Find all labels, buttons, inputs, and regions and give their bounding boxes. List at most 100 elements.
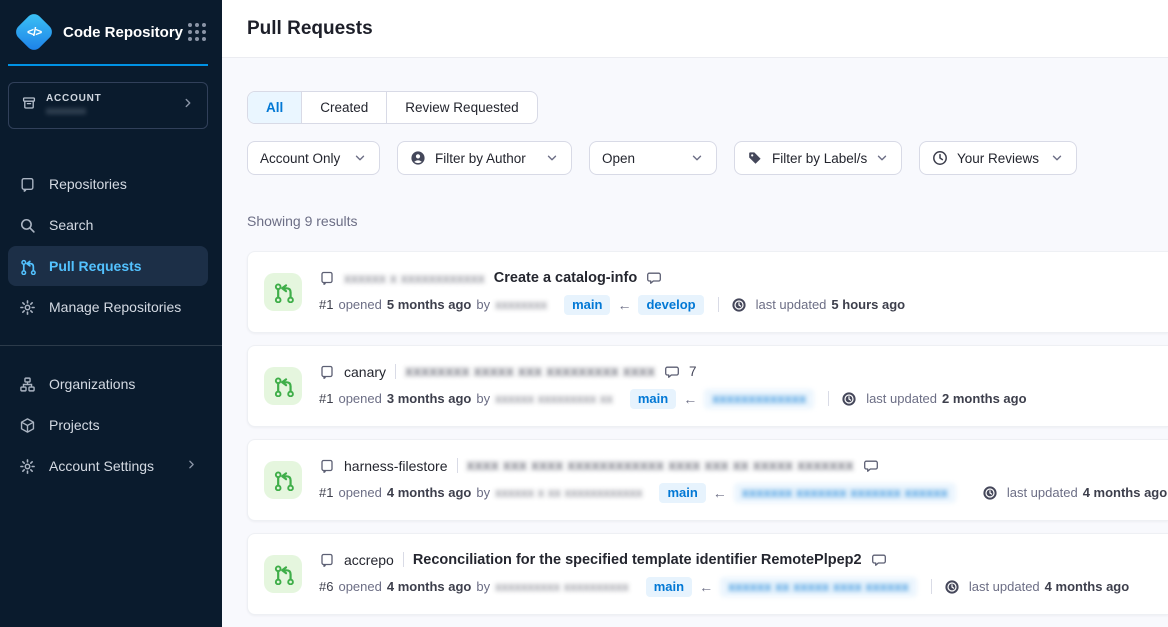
last-updated-label: last updated — [866, 391, 937, 406]
last-updated-ago: 4 months ago — [1083, 485, 1168, 500]
scope-filter-label: Account Only — [260, 151, 340, 166]
person-icon — [410, 150, 426, 166]
pr-open-icon — [264, 555, 302, 593]
target-branch-chip[interactable]: main — [630, 389, 676, 409]
repo-icon — [319, 270, 335, 286]
reviews-filter-dropdown[interactable]: Your Reviews — [919, 141, 1077, 175]
scope-filter-dropdown[interactable]: Account Only — [247, 141, 380, 175]
pr-title[interactable]: xxxx xxx xxxx xxxxxxxxxxxx xxxx xxx xx x… — [467, 458, 854, 474]
comment-icon[interactable] — [863, 458, 879, 474]
sidebar-nav: Repositories Search Pull Requests Manage… — [0, 163, 222, 487]
comment-icon[interactable] — [871, 552, 887, 568]
author-filter-dropdown[interactable]: Filter by Author — [397, 141, 572, 175]
app-logo-icon[interactable]: </> — [13, 11, 55, 53]
pr-repo-name[interactable]: accrepo — [344, 552, 394, 568]
opened-label: opened — [338, 485, 381, 500]
comment-icon[interactable] — [646, 270, 662, 286]
app-window: </> Code Repository ACCOUNT xxxxxxxx Rep… — [0, 0, 1168, 627]
pr-row[interactable]: canary xxxxxxxx xxxxx xxx xxxxxxxxx xxxx… — [247, 345, 1168, 427]
sidebar-item-projects[interactable]: Projects — [8, 405, 208, 445]
last-updated-ago: 5 hours ago — [831, 297, 905, 312]
organizations-icon — [18, 375, 36, 393]
sidebar-item-label: Organizations — [49, 376, 135, 392]
pr-row[interactable]: xxxxxx x xxxxxxxxxxxx Create a catalog-i… — [247, 251, 1168, 333]
pr-row[interactable]: harness-filestore xxxx xxx xxxx xxxxxxxx… — [247, 439, 1168, 521]
gear-icon — [18, 298, 36, 316]
account-scope-icon — [21, 95, 37, 116]
last-updated-label: last updated — [756, 297, 827, 312]
pr-title[interactable]: Create a catalog-info — [494, 270, 637, 286]
pr-row[interactable]: accrepo Reconciliation for the specified… — [247, 533, 1168, 615]
page-title: Pull Requests — [247, 18, 373, 40]
accent-divider — [8, 64, 208, 66]
sidebar-item-label: Repositories — [49, 176, 127, 192]
pr-author[interactable]: xxxxxx x xx xxxxxxxxxxxx — [495, 485, 642, 500]
search-icon — [18, 216, 36, 234]
pr-repo-name[interactable]: harness-filestore — [344, 458, 448, 474]
pr-open-icon — [264, 367, 302, 405]
sidebar-item-repositories[interactable]: Repositories — [8, 164, 208, 204]
target-branch-chip[interactable]: main — [659, 483, 705, 503]
account-selector[interactable]: ACCOUNT xxxxxxxx — [8, 82, 208, 129]
source-branch-chip[interactable]: develop — [638, 295, 703, 315]
tab-all[interactable]: All — [248, 92, 301, 123]
chevron-right-icon — [185, 458, 198, 474]
pr-open-icon — [264, 461, 302, 499]
pr-repo-name[interactable]: canary — [344, 364, 386, 380]
last-updated-ago: 4 months ago — [1045, 579, 1130, 594]
opened-ago: 4 months ago — [387, 485, 472, 500]
opened-ago: 4 months ago — [387, 579, 472, 594]
arrow-left-icon: ← — [699, 579, 713, 595]
opened-label: opened — [338, 579, 381, 594]
comment-icon[interactable] — [664, 364, 680, 380]
state-filter-dropdown[interactable]: Open — [589, 141, 717, 175]
label-filter-dropdown[interactable]: Filter by Label/s — [734, 141, 902, 175]
pr-number: #1 — [319, 297, 333, 312]
divider — [931, 579, 932, 594]
chevron-right-icon — [181, 96, 195, 115]
source-branch-chip[interactable]: xxxxxxxxxxxxx — [704, 389, 814, 409]
pr-number: #1 — [319, 391, 333, 406]
nav-divider — [0, 345, 222, 346]
repo-icon — [319, 552, 335, 568]
target-branch-chip[interactable]: main — [646, 577, 692, 597]
pr-scope-tabs: All Created Review Requested — [247, 91, 538, 124]
pr-title[interactable]: Reconciliation for the specified templat… — [413, 552, 862, 568]
content-area: All Created Review Requested Account Onl… — [222, 58, 1168, 627]
source-branch-chip[interactable]: xxxxxx xx xxxxx xxxx xxxxxx — [720, 577, 917, 597]
sidebar-item-account-settings[interactable]: Account Settings — [8, 446, 208, 486]
source-branch-chip[interactable]: xxxxxxx xxxxxxx xxxxxxx xxxxxx — [734, 483, 956, 503]
sidebar-item-search[interactable]: Search — [8, 205, 208, 245]
pr-repo-name[interactable]: xxxxxx x xxxxxxxxxxxx — [344, 270, 485, 286]
main-panel: Pull Requests All Created Review Request… — [222, 0, 1168, 627]
by-label: by — [476, 485, 490, 500]
sidebar-item-label: Projects — [49, 417, 100, 433]
pull-request-icon — [18, 257, 36, 275]
target-branch-chip[interactable]: main — [564, 295, 610, 315]
repo-icon — [18, 175, 36, 193]
account-name-redacted: xxxxxxxx — [46, 106, 102, 119]
module-grid-icon[interactable] — [188, 23, 206, 41]
pr-author[interactable]: xxxxxxxxxx xxxxxxxxxx — [495, 579, 629, 594]
sidebar-item-pull-requests[interactable]: Pull Requests — [8, 246, 208, 286]
sidebar-item-manage-repositories[interactable]: Manage Repositories — [8, 287, 208, 327]
divider — [457, 458, 458, 473]
account-scope-label: ACCOUNT — [46, 93, 102, 106]
pr-author[interactable]: xxxxxx xxxxxxxxx xx — [495, 391, 613, 406]
opened-label: opened — [338, 391, 381, 406]
pr-author[interactable]: xxxxxxxx — [495, 297, 547, 312]
tag-icon — [747, 150, 763, 166]
last-updated-ago: 2 months ago — [942, 391, 1027, 406]
divider — [828, 391, 829, 406]
author-filter-label: Filter by Author — [435, 151, 526, 166]
last-updated-label: last updated — [1007, 485, 1078, 500]
tab-created[interactable]: Created — [301, 92, 386, 123]
chevron-down-icon — [353, 151, 367, 165]
clock-icon — [932, 150, 948, 166]
tab-review-requested[interactable]: Review Requested — [386, 92, 536, 123]
pr-number: #1 — [319, 485, 333, 500]
sidebar-item-organizations[interactable]: Organizations — [8, 364, 208, 404]
comment-count: 7 — [689, 364, 697, 379]
sidebar-item-label: Manage Repositories — [49, 299, 181, 315]
pr-title[interactable]: xxxxxxxx xxxxx xxx xxxxxxxxx xxxx — [405, 364, 655, 380]
